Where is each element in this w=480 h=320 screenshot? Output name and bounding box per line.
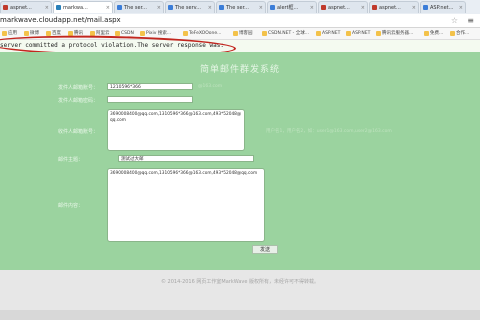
tab-favicon-icon [3, 5, 8, 10]
bookmark-item[interactable]: 合作... [450, 28, 469, 39]
tab-close-icon[interactable]: × [259, 2, 263, 13]
bookmark-item[interactable]: CSDN.NET - 全球... [262, 28, 309, 39]
tab-favicon-icon [56, 5, 61, 10]
url-text[interactable]: markwave.cloudapp.net/mail.aspx [0, 15, 121, 26]
browser-tab[interactable]: aspnet... × [318, 1, 368, 13]
tab-favicon-icon [321, 5, 326, 10]
subject-label: 邮件主题： [58, 157, 84, 163]
bookmark-icon [346, 31, 351, 36]
error-banner: server committed a protocol violation.Th… [0, 33, 480, 59]
bookmark-star-icon[interactable]: ☆ [451, 14, 458, 27]
tab-favicon-icon [270, 5, 275, 10]
bookmark-icon [424, 31, 429, 36]
body-label: 邮件内容： [58, 203, 84, 209]
tab-close-icon[interactable]: × [310, 2, 314, 13]
bookmark-icon [183, 31, 188, 36]
page-viewport: server committed a protocol violation.Th… [0, 33, 480, 320]
bookmark-icon [233, 31, 238, 36]
browser-tab[interactable]: alert框... × [267, 1, 317, 13]
bottom-strip [0, 310, 480, 320]
tab-close-icon[interactable]: × [157, 2, 161, 13]
to-hint: 用户名1，用户名2，如：user1@163.com,user2@163.com [266, 129, 392, 134]
subject-input[interactable]: 测试过大邮 [118, 155, 254, 162]
tab-close-icon[interactable]: × [106, 2, 110, 13]
browser-tab[interactable]: aspnet... × [0, 1, 52, 13]
address-bar[interactable]: markwave.cloudapp.net/mail.aspx ☆ ≡ [0, 14, 480, 28]
bookmark-item[interactable]: ASP.NET [346, 28, 370, 39]
browser-tab[interactable]: The ser... × [216, 1, 266, 13]
mail-body-textarea[interactable]: 3690008400@qq.com,1310596*366@163.com,49… [107, 168, 265, 242]
bookmark-item[interactable]: 腾讯云服务器... [376, 28, 413, 39]
browser-menu-icon[interactable]: ≡ [467, 14, 474, 27]
browser-tab-bar: aspnet... × markwa... × The ser... × The se… [0, 0, 480, 15]
sender-email-input[interactable]: 1210596*366 [107, 83, 193, 90]
browser-tab[interactable]: The ser... × [114, 1, 164, 13]
to-label: 收件人邮箱账号： [58, 129, 99, 135]
tab-favicon-icon [117, 5, 122, 10]
send-button[interactable]: 发送 [252, 245, 278, 254]
tab-close-icon[interactable]: × [208, 2, 212, 13]
bookmark-icon [140, 31, 145, 36]
browser-tab[interactable]: The serv... × [165, 1, 215, 13]
bookmark-item[interactable]: 免费... [424, 28, 443, 39]
bookmark-icon [24, 31, 29, 36]
tab-favicon-icon [372, 5, 377, 10]
tab-close-icon[interactable]: × [45, 2, 49, 13]
bookmark-icon [262, 31, 267, 36]
browser-tab-active[interactable]: markwa... × [53, 1, 113, 13]
recipient-emails-textarea[interactable]: 3690008400@qq.com,1310596*366@163.com,49… [107, 109, 245, 151]
sender-password-input[interactable] [107, 96, 193, 103]
tab-favicon-icon [423, 5, 428, 10]
page-title: 简单邮件群发系统 [199, 65, 280, 75]
bookmark-item[interactable]: TeFeXOOone... [183, 28, 221, 39]
from-label: 发件人邮箱账号： [58, 85, 99, 91]
tab-close-icon[interactable]: × [412, 2, 416, 13]
tab-close-icon[interactable]: × [361, 2, 365, 13]
tab-favicon-icon [219, 5, 224, 10]
mail-form: 简单邮件群发系统 发件人邮箱账号： 1210596*366 @163.com 发… [0, 52, 480, 270]
from-hint: @163.com [198, 84, 223, 89]
password-label: 发件人邮箱密码： [58, 98, 99, 104]
browser-tab[interactable]: ASP.net... × [420, 1, 466, 13]
page-footer: © 2014-2016 网页工作室MarkWave 版权所有，未经许可不得转载。 [0, 270, 480, 310]
browser-tab[interactable]: aspnet... × [369, 1, 419, 13]
bookmark-item[interactable]: 博客园 [233, 28, 253, 39]
bookmark-icon [316, 31, 321, 36]
bookmark-item[interactable]: ASP.NET [316, 28, 340, 39]
bookmark-icon [450, 31, 455, 36]
bookmark-icon [2, 31, 7, 36]
tab-favicon-icon [168, 5, 173, 10]
copyright-text: © 2014-2016 网页工作室MarkWave 版权所有，未经许可不得转载。 [160, 279, 320, 285]
tab-close-icon[interactable]: × [459, 2, 463, 13]
bookmark-icon [376, 31, 381, 36]
